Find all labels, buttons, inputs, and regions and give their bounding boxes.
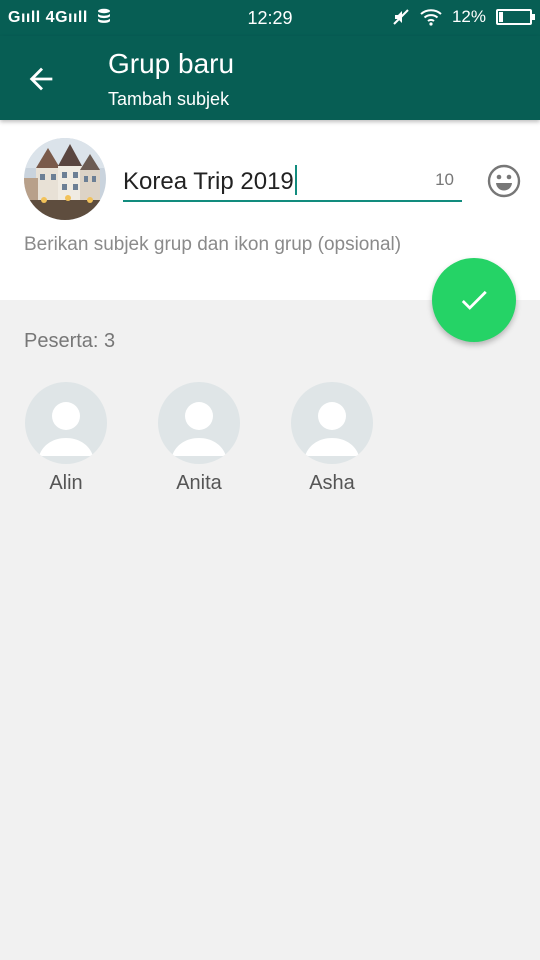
wifi-icon [420,9,442,26]
avatar [158,382,240,464]
status-right: 12% [392,7,535,27]
text-cursor [294,165,297,195]
page-subtitle: Tambah subjek [108,89,230,109]
group-photo-image [24,138,106,220]
mute-icon [393,9,409,25]
check-icon [461,290,487,310]
participant-item[interactable]: Asha [291,382,373,495]
participant-name: Asha [309,472,355,494]
avatar [25,382,107,464]
group-name-value: Korea Trip 2019 [123,168,294,195]
person-icon [39,402,93,456]
battery-icon [496,9,535,25]
helper-text: Berikan subjek grup dan ikon grup (opsio… [24,234,402,255]
participant-name: Anita [176,472,222,494]
emoji-icon[interactable] [487,164,521,198]
back-arrow-icon[interactable] [24,62,58,96]
person-icon [172,402,226,456]
participant-item[interactable]: Anita [158,382,240,495]
participants-count: Peserta: 3 [24,330,116,352]
page-title: Grup baru [108,48,235,79]
confirm-button[interactable] [432,258,516,342]
status-bar: Gııll 4Gııll 12:29 12% [0,0,540,36]
app-bar: Grup baru Tambah subjek [0,36,540,120]
battery-percent: 12% [451,7,486,26]
group-name-input[interactable]: Korea Trip 2019 10 [123,160,462,202]
group-photo[interactable] [24,138,106,220]
char-counter: 10 [435,170,454,189]
person-icon [305,402,359,456]
participant-item[interactable]: Alin [25,382,107,495]
participant-name: Alin [49,472,83,494]
avatar [291,382,373,464]
